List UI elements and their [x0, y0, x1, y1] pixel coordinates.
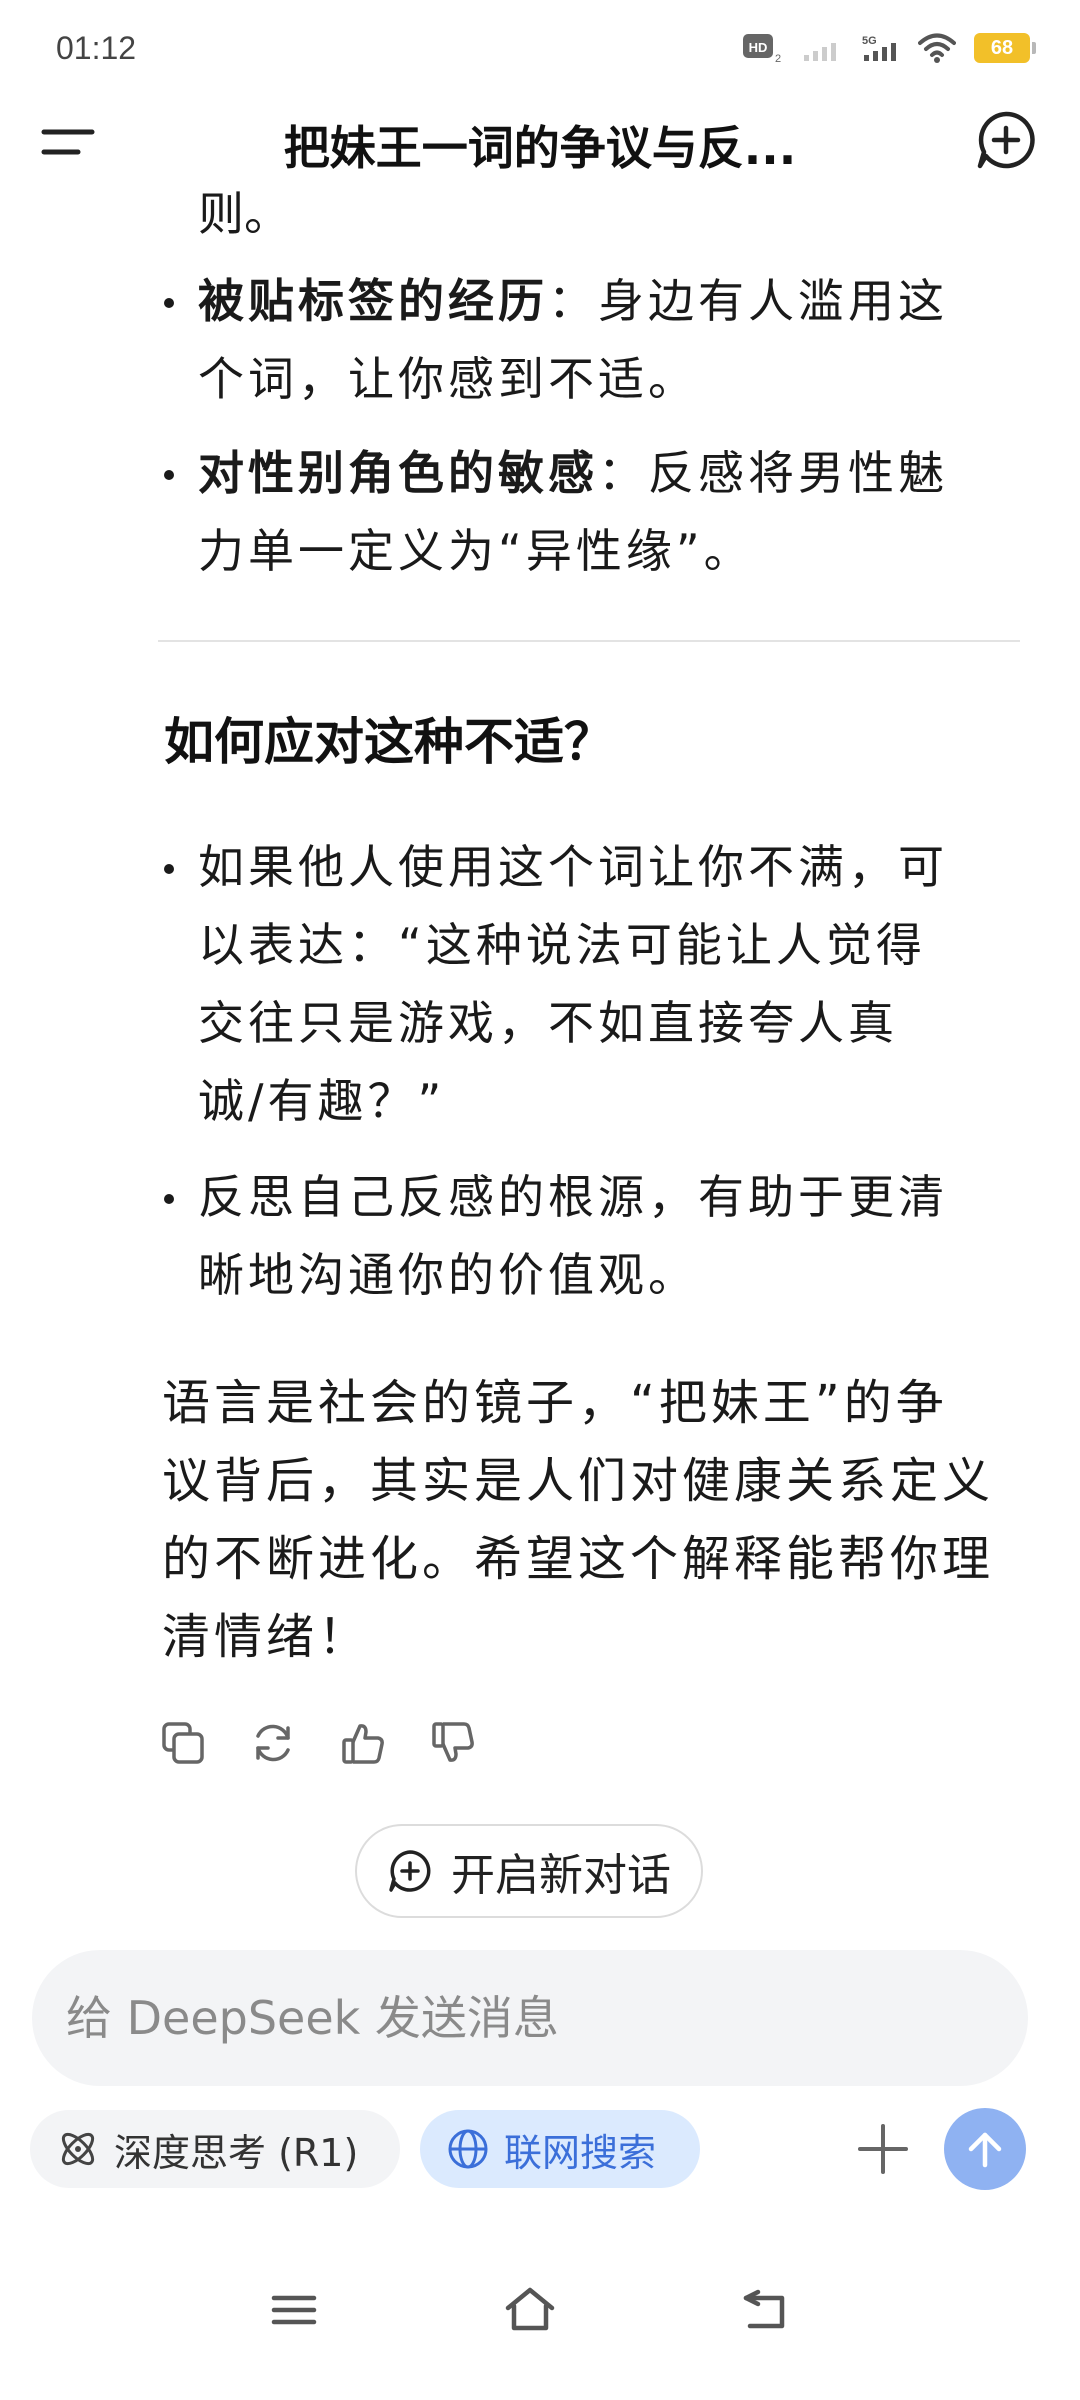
home-icon[interactable] [502, 2282, 558, 2338]
list-item: 如果他人使用这个词让你不满，可 以表达：“这种说法可能让人觉得 交往只是游戏，不… [164, 828, 1014, 1140]
list-item: 反思自己反感的根源，有助于更清 晰地沟通你的价值观。 [164, 1158, 1014, 1314]
chat-header: 把妹王一词的争议与反... [0, 96, 1080, 186]
status-icons: HD 2 5G 68 [742, 28, 1036, 68]
list-item-text: 身边有人滥用这 [598, 274, 948, 328]
message-input-container [32, 1950, 1028, 2086]
regenerate-icon[interactable] [250, 1720, 296, 1766]
deep-think-toggle[interactable]: 深度思考 (R1) [30, 2110, 400, 2188]
section-heading: 如何应对这种不适？ [164, 713, 614, 771]
globe-icon [448, 2129, 488, 2169]
new-chat-icon[interactable] [974, 108, 1038, 172]
menu-icon[interactable] [40, 120, 100, 164]
arrow-up-icon [968, 2132, 1002, 2168]
list-item: 对性别角色的敏感：反感将男性魅 力单一定义为“异性缘”。 [164, 434, 1014, 590]
signal-5g-icon: 5G [862, 35, 896, 61]
copy-icon[interactable] [160, 1720, 206, 1766]
back-icon[interactable] [738, 2282, 794, 2338]
list-item-text: 个词，让你感到不适。 [198, 352, 698, 406]
status-bar: 01:12 HD 2 5G 68 [0, 0, 1080, 96]
plus-icon[interactable] [856, 2122, 910, 2176]
thumbs-up-icon[interactable] [340, 1720, 386, 1766]
web-search-label: 联网搜索 [504, 2130, 657, 2175]
divider [158, 640, 1020, 642]
start-new-conversation-button[interactable]: 开启新对话 [355, 1824, 703, 1918]
svg-text:HD: HD [749, 40, 768, 55]
system-navigation-bar [0, 2240, 1080, 2400]
thumbs-down-icon[interactable] [430, 1720, 476, 1766]
wifi-icon [918, 33, 956, 63]
list-item: 被贴标签的经历：身边有人滥用这 个词，让你感到不适。 [164, 262, 1014, 418]
list-item-text: 力单一定义为“异性缘”。 [198, 524, 754, 578]
message-actions [160, 1720, 476, 1766]
list-item-text: 反感将男性魅 [648, 446, 948, 500]
start-new-conversation-label: 开启新对话 [451, 1850, 671, 1901]
message-content: 则。 被贴标签的经历：身边有人滥用这 个词，让你感到不适。 对性别角色的敏感：反… [0, 186, 1080, 1926]
battery-indicator: 68 [974, 33, 1036, 63]
screen: 01:12 HD 2 5G 68 把妹王一词的争议与反... 则。 被贴标签的经… [0, 0, 1080, 2400]
partial-text-line: 则。 [198, 187, 290, 241]
message-input[interactable] [66, 1991, 1028, 2045]
status-time: 01:12 [56, 30, 137, 66]
signal-weak-icon [804, 43, 836, 61]
closing-paragraph: 语言是社会的镜子，“把妹王”的争 议背后，其实是人们对健康关系定义 的不断进化。… [162, 1375, 995, 1665]
hd-icon: HD 2 [743, 34, 781, 65]
web-search-toggle[interactable]: 联网搜索 [420, 2110, 700, 2188]
deep-think-label: 深度思考 (R1) [114, 2130, 359, 2175]
list-item-label: 被贴标签的经历 [198, 274, 548, 328]
svg-text:2: 2 [775, 53, 781, 65]
atom-icon [61, 2132, 95, 2166]
conversation-title: 把妹王一词的争议与反... [283, 121, 797, 175]
list-item-label: 对性别角色的敏感 [198, 446, 598, 500]
send-button[interactable] [944, 2108, 1026, 2190]
svg-text:5G: 5G [862, 35, 877, 47]
recent-apps-icon[interactable] [266, 2282, 322, 2338]
new-chat-icon [389, 1850, 431, 1892]
